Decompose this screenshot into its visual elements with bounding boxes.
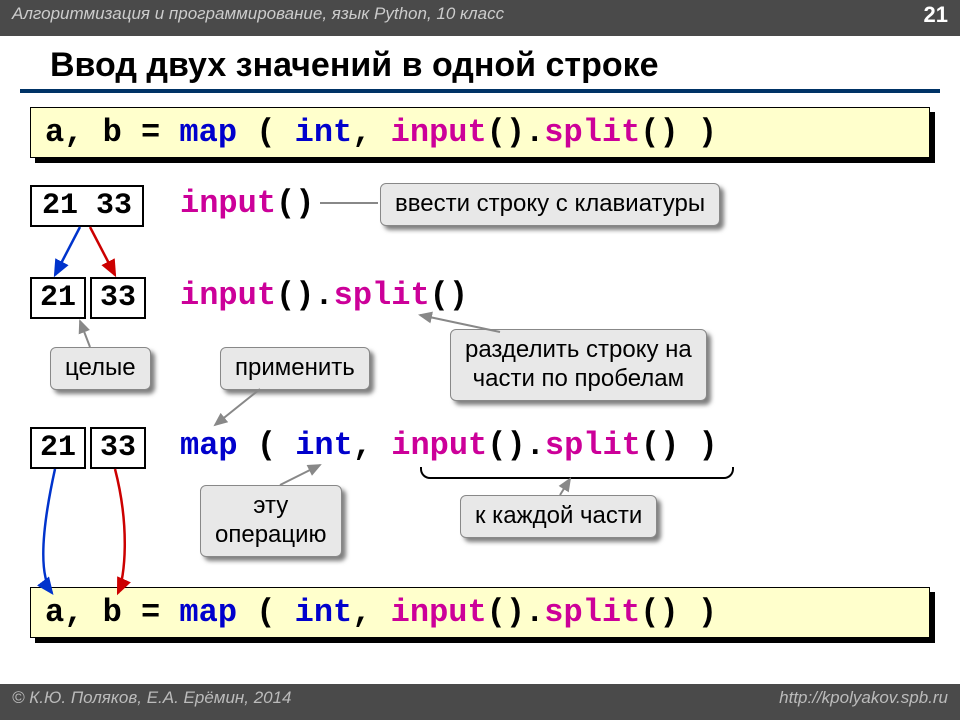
page-number: 21 <box>924 2 948 28</box>
code-summary-top: a, b = map ( int, input().split() ) <box>30 107 930 158</box>
copyright: © К.Ю. Поляков, Е.А. Ерёмин, 2014 <box>12 688 292 707</box>
label-apply: применить <box>220 347 370 390</box>
result-box-a: 21 <box>30 427 86 469</box>
slide-title: Ввод двух значений в одной строке <box>20 36 940 93</box>
row3-code: map ( int, input().split() ) <box>180 427 718 464</box>
callout-split: разделить строку на части по пробелам <box>450 329 707 401</box>
split-box-b: 33 <box>90 277 146 319</box>
label-whole: целые <box>50 347 151 390</box>
label-each-part: к каждой части <box>460 495 657 538</box>
row2-code: input().split() <box>180 277 468 314</box>
split-box-a: 21 <box>30 277 86 319</box>
label-this-op: эту операцию <box>200 485 342 557</box>
row1-code: input() <box>180 185 314 222</box>
course-title: Алгоритмизация и программирование, язык … <box>12 4 504 23</box>
site-url: http://kpolyakov.spb.ru <box>779 688 948 708</box>
brace-each-part <box>420 467 734 479</box>
code-summary-bottom: a, b = map ( int, input().split() ) <box>30 587 930 638</box>
callout-input: ввести строку с клавиатуры <box>380 183 720 226</box>
result-box-b: 33 <box>90 427 146 469</box>
input-string-box: 21 33 <box>30 185 144 227</box>
